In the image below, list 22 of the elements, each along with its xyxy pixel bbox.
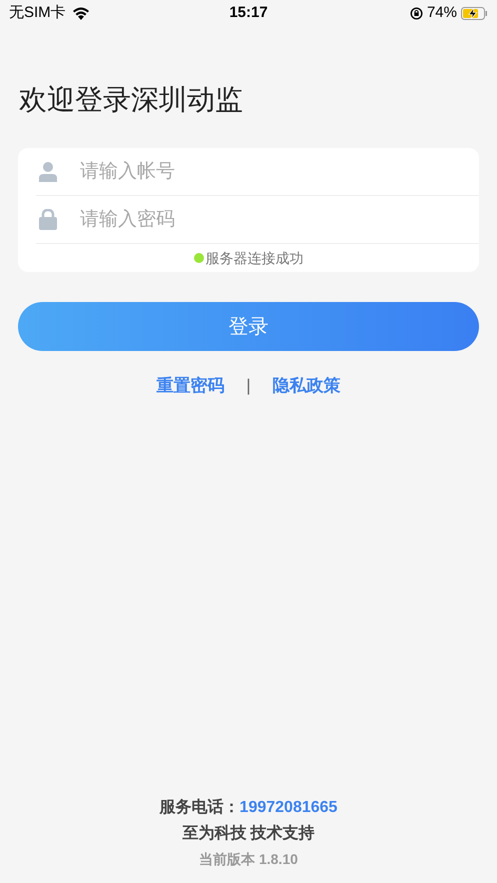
page-title: 欢迎登录深圳动监 — [19, 83, 244, 117]
login-button[interactable]: 登录 — [18, 302, 479, 351]
input-field[interactable]: 请输入帐号 — [18, 148, 479, 196]
privacy-policy-link[interactable]: 隐私政策 — [272, 373, 341, 398]
rotation-lock-icon — [410, 6, 423, 20]
time-text: 15:17 — [229, 2, 268, 23]
text-input[interactable]: 请输入帐号 — [80, 152, 479, 192]
carrier-text: 无SIM卡 — [9, 2, 66, 23]
text-input[interactable]: 请输入密码 — [80, 200, 479, 240]
phone-link[interactable]: 19972081665 — [240, 796, 338, 820]
support-text: 至为科技 技术支持 — [182, 824, 315, 844]
wifi-icon — [72, 6, 90, 20]
phone-label: 服务电话： — [160, 798, 240, 818]
battery-charging-icon — [461, 6, 488, 20]
reset-password-link[interactable]: 重置密码 — [156, 373, 224, 398]
user-icon — [39, 162, 57, 182]
input-field[interactable]: 请输入密码 — [18, 196, 479, 244]
version-text: 当前版本 1.8.10 — [199, 850, 298, 869]
lock-icon — [39, 209, 57, 230]
battery-percent: 74% — [426, 2, 457, 23]
link-separator: | — [246, 375, 251, 397]
server-status-text: 服务器连接成功 — [206, 248, 304, 268]
